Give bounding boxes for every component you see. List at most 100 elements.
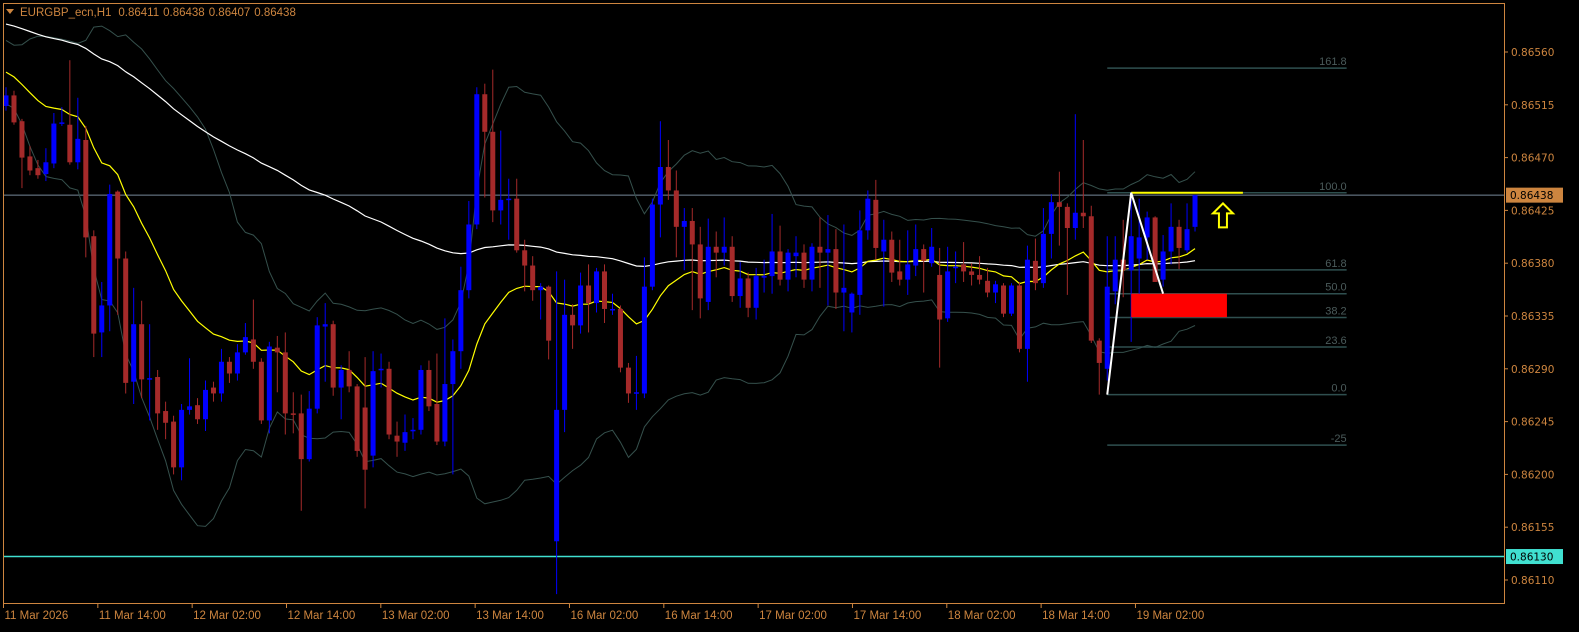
candle-body [218,361,224,394]
candle-body [195,405,201,420]
candle-body [386,368,392,435]
candle-body [67,124,73,163]
candle-body [91,236,97,334]
bearish-candle [1001,283,1006,318]
candle-body [977,274,983,280]
candle-body [1160,251,1166,280]
bearish-candle [11,90,17,125]
candle-body [897,271,903,280]
candle-body [362,407,368,470]
candle-body [1144,217,1150,238]
candle-body [370,371,376,456]
candle-body [330,324,336,388]
candle-body [889,239,895,273]
candle-body [1184,229,1190,251]
bullish-candle [649,198,655,291]
candle-body [258,361,264,421]
fib-level-label: 23.6 [1325,335,1346,347]
time-tick-label: 18 Mar 14:00 [1042,610,1110,622]
candle-body [921,249,927,261]
candle-body [35,168,41,176]
candle-body [410,429,416,432]
candle-body [1064,206,1070,228]
candle-body [785,252,791,280]
candle-body [426,369,432,407]
bearish-candle [617,305,623,373]
demand-zone-rectangle[interactable] [1131,293,1227,318]
candle-body [163,411,169,423]
fib-level-label: 161.8 [1319,56,1347,68]
time-tick-label: 11 Mar 14:00 [99,610,166,622]
candle-body [929,246,935,264]
candle-body [1168,226,1174,252]
price-tick-label: 0.86515 [1511,100,1554,112]
candle-body [1001,285,1006,314]
candle-body [602,271,607,309]
candle-body [147,378,153,380]
candle-body [1136,237,1142,259]
candle-body [721,246,727,253]
price-tick-label: 0.86155 [1511,522,1554,534]
candle-body [59,122,65,124]
candle-body [27,156,33,171]
candle-body [905,264,911,280]
time-tick-label: 17 Mar 14:00 [853,610,921,622]
candle-body [745,278,751,308]
candle-body [809,246,815,280]
candle-body [546,286,552,341]
candle-body [609,308,615,311]
bullish-candle [266,341,272,434]
candle-body [498,199,504,211]
candle-body [107,193,113,306]
candle-body [282,352,288,414]
candle-body [913,249,919,266]
candle-body [697,244,703,299]
candle-body [570,314,576,326]
candle-body [993,284,999,293]
candle-body [625,367,631,394]
candle-body [458,290,464,352]
candle-body [11,95,17,123]
candle-body [171,421,177,468]
candle-body [242,337,248,353]
candle-body [817,246,823,253]
time-tick-label: 11 Mar 2026 [5,610,69,622]
candle-body [1176,226,1182,248]
candle-body [769,251,775,277]
candle-body [250,339,256,362]
candle-body [633,392,639,394]
candle-body [314,325,320,409]
candle-body [75,138,81,163]
candle-body [665,166,671,191]
candle-body [298,413,304,460]
fib-level-label: 61.8 [1325,258,1346,270]
candle-body [99,305,105,333]
candle-body [1128,236,1134,271]
candle-body [689,220,695,245]
price-tick-label: 0.86110 [1511,575,1554,587]
bearish-candle [171,415,177,475]
fib-level-label: 38.2 [1325,306,1346,318]
candle-body [19,121,25,158]
time-tick-label: 16 Mar 02:00 [570,610,638,622]
candle-body [1008,285,1014,314]
candle-body [83,139,89,238]
candle-body [849,293,855,313]
candle-body [673,190,679,227]
candle-body [274,347,280,353]
bearish-candle [1016,281,1022,353]
price-chart[interactable]: 161.8 100.0 61.8 50.0 38.2 23.6 0.0 -25 0.86560… [0,0,1579,632]
candle-body [945,271,951,319]
candle-body [865,198,871,231]
candle-body [1104,286,1110,369]
candle-body [394,435,400,442]
candle-body [434,403,440,442]
header-symbol: EURGBP_ecn,H1 [20,7,111,19]
candle-body [1024,259,1030,349]
candle-body [729,246,735,297]
price-tick-label: 0.86560 [1511,47,1554,59]
header-low: 0.86407 [209,7,251,19]
candle-body [1048,202,1054,234]
candle-body [1112,259,1118,292]
candle-body [961,264,967,272]
